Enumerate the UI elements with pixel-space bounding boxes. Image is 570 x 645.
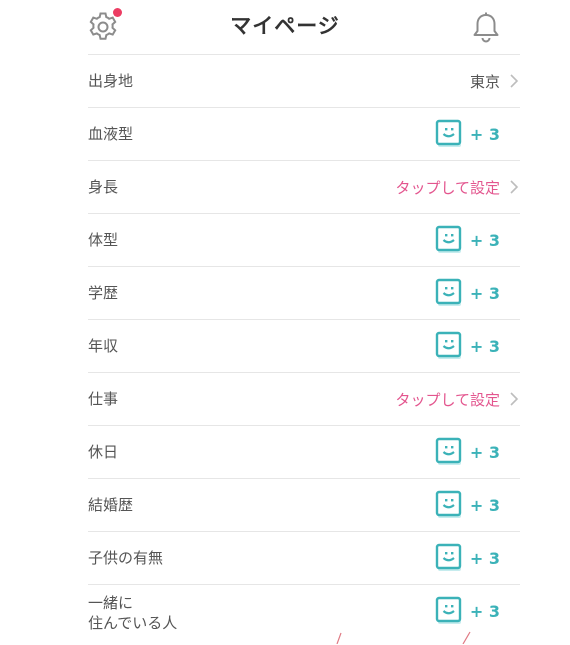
smiley-card-icon: [435, 331, 462, 359]
row-value: 東京: [469, 72, 500, 91]
badge-count: + 3: [469, 442, 500, 462]
badge-count: + 3: [469, 495, 500, 515]
row-holiday[interactable]: 休日 + 3: [88, 425, 520, 478]
row-label: 結婚歴: [88, 496, 134, 514]
smiley-card-icon: [435, 490, 462, 518]
annotation-marks: [336, 631, 471, 644]
row-label-line1: 一緒に: [88, 594, 134, 612]
row-job[interactable]: 仕事 タップして設定: [88, 372, 520, 425]
row-marital-history[interactable]: 結婚歴 + 3: [88, 478, 520, 531]
tap-to-set-link[interactable]: タップして設定: [395, 389, 500, 410]
chevron-right-icon: [510, 74, 519, 88]
smiley-card-icon: [435, 543, 462, 571]
badge-count: + 3: [469, 124, 500, 144]
chevron-right-icon: [510, 180, 519, 194]
badge-count: + 3: [469, 601, 500, 621]
row-label: 血液型: [88, 125, 134, 143]
badge-count: + 3: [469, 283, 500, 303]
chevron-right-icon: [510, 392, 519, 406]
row-label: 学歴: [88, 284, 119, 302]
row-label: 出身地: [88, 72, 134, 90]
smiley-card-icon: [435, 437, 462, 465]
row-birthplace[interactable]: 出身地 東京: [88, 54, 520, 107]
smiley-card-icon: [435, 596, 462, 624]
row-label: 子供の有無: [88, 549, 164, 567]
row-label: 仕事: [88, 390, 119, 408]
badge-count: + 3: [469, 230, 500, 250]
smiley-card-icon: [435, 278, 462, 306]
notifications-button[interactable]: [470, 10, 502, 44]
header: マイページ: [0, 0, 570, 54]
row-body-type[interactable]: 体型 + 3: [88, 213, 520, 266]
row-label: 身長: [88, 178, 119, 196]
row-height[interactable]: 身長 タップして設定: [88, 160, 520, 213]
badge-count: + 3: [469, 548, 500, 568]
smiley-card-icon: [435, 225, 462, 253]
row-label: 体型: [88, 231, 119, 249]
row-label: 休日: [88, 443, 119, 461]
tap-to-set-link[interactable]: タップして設定: [395, 177, 500, 198]
badge-count: + 3: [469, 336, 500, 356]
row-blood-type[interactable]: 血液型 + 3: [88, 107, 520, 160]
smiley-card-icon: [435, 119, 462, 147]
row-education[interactable]: 学歴 + 3: [88, 266, 520, 319]
row-label: 年収: [88, 337, 119, 355]
profile-list: 出身地 東京 血液型 + 3 身長 タップして設定 体型 + 3 学歴 + 3: [88, 54, 520, 637]
row-income[interactable]: 年収 + 3: [88, 319, 520, 372]
row-children[interactable]: 子供の有無 + 3: [88, 531, 520, 584]
bell-icon: [473, 12, 499, 43]
